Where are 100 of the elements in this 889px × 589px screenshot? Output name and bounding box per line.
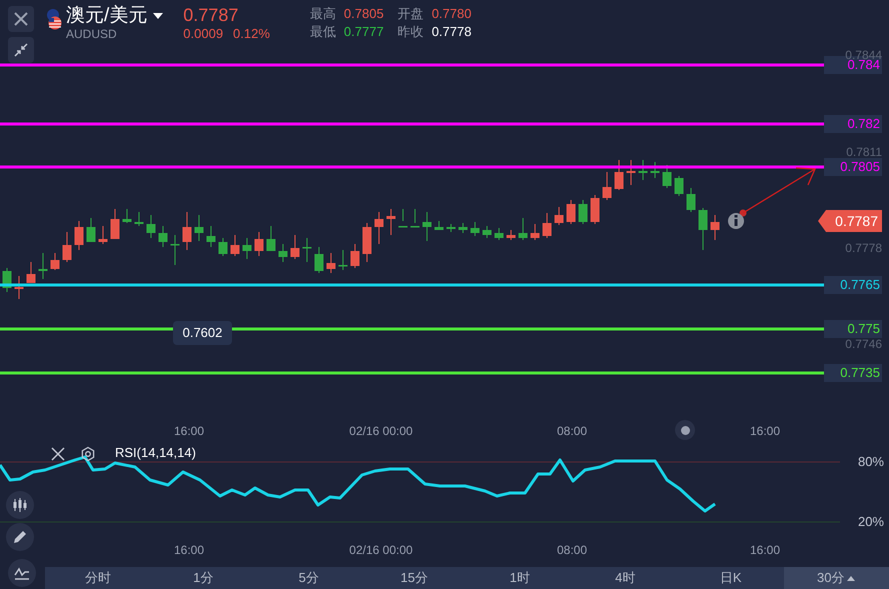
timeframe-tab[interactable]: 4时: [572, 567, 678, 589]
candlestick: [206, 226, 216, 248]
price-line-label: 0.7765: [824, 276, 882, 294]
candlestick: [326, 252, 336, 274]
candlestick: [194, 214, 204, 242]
candlestick: [362, 222, 372, 262]
candlestick: [422, 212, 432, 242]
caret-icon: [847, 576, 856, 580]
candlestick: [458, 222, 468, 234]
time-axis-label: 08:00: [556, 543, 588, 557]
price-axis-label: 0.7778: [845, 241, 882, 255]
candlestick: [278, 244, 288, 262]
stat-label: 开盘: [398, 5, 424, 23]
stat-value: 0.7778: [432, 23, 472, 41]
rsi-level-label: 80%: [858, 454, 884, 470]
candlestick: [122, 208, 132, 224]
settings-icon[interactable]: [80, 446, 96, 462]
candlestick: [518, 218, 528, 240]
candlestick: [506, 230, 516, 240]
last-price: 0.7787: [183, 4, 240, 26]
close-icon[interactable]: [50, 446, 66, 462]
candlestick: [242, 238, 252, 260]
candlestick: [182, 212, 192, 250]
candlestick: [626, 160, 636, 186]
candlestick: [218, 238, 228, 256]
candlestick: [410, 208, 420, 228]
stat-value: 0.7777: [344, 23, 384, 41]
candlestick: [542, 212, 552, 238]
timeframe-tab[interactable]: 5分: [256, 567, 362, 589]
timeframe-tab[interactable]: 1分: [150, 567, 256, 589]
candlestick: [470, 222, 480, 236]
time-axis-label: 16:00: [172, 543, 206, 557]
candlestick: [50, 252, 60, 270]
time-axis-label: 02/16 00:00: [348, 424, 414, 438]
candlestick: [26, 262, 36, 284]
candlestick: [98, 226, 108, 244]
candlestick: [578, 200, 588, 224]
candlestick: [650, 162, 660, 178]
candlestick: [446, 224, 456, 232]
candlestick: [662, 164, 672, 188]
candlestick: [314, 246, 324, 274]
stat-label: 最低: [310, 23, 336, 41]
timeframe-tab[interactable]: 日K: [678, 567, 784, 589]
draw-tool-button[interactable]: [6, 523, 34, 551]
candlestick: [110, 208, 120, 240]
flag-icon: [46, 8, 62, 30]
indicator-button[interactable]: [8, 559, 36, 587]
timeframe-tab[interactable]: 分时: [45, 567, 150, 589]
candlestick: [146, 214, 156, 238]
price-line-label: 0.775: [824, 320, 882, 338]
candlestick: [266, 226, 276, 252]
candlestick: [482, 226, 492, 238]
candlestick: [530, 224, 540, 240]
candle-type-button[interactable]: [6, 491, 34, 519]
candlestick: [170, 234, 180, 266]
price-line-label: 0.7735: [824, 364, 882, 382]
candlestick: [290, 234, 300, 260]
candlestick-icon: [12, 497, 28, 513]
candlestick: [254, 232, 264, 256]
candlestick: [74, 220, 84, 250]
info-icon[interactable]: [728, 213, 744, 229]
candlestick: [674, 176, 684, 196]
candlestick: [62, 232, 72, 262]
candlestick: [686, 188, 696, 212]
price-change-percent: 0.12%: [233, 26, 270, 42]
candlestick: [386, 208, 396, 236]
price-line-label: 0.7805: [824, 158, 882, 176]
dropdown-caret-icon[interactable]: [153, 13, 164, 19]
candlestick: [2, 268, 12, 292]
price-axis-label: 0.7811: [846, 145, 882, 159]
stat-value: 0.7780: [432, 5, 472, 23]
close-button[interactable]: [8, 6, 34, 32]
candlestick: [14, 276, 24, 300]
timeframe-tab[interactable]: 1时: [467, 567, 572, 589]
indicator-label: RSI(14,14,14): [115, 445, 196, 461]
candlestick: [710, 214, 720, 240]
candlestick: [398, 208, 408, 228]
collapse-button[interactable]: [8, 37, 34, 63]
candlestick: [134, 212, 144, 226]
candlestick: [566, 200, 576, 224]
candlestick: [302, 238, 312, 262]
time-axis-label: 16:00: [172, 424, 206, 438]
candlestick: [374, 212, 384, 244]
trend-arrow[interactable]: [740, 167, 816, 216]
time-axis-label: 16:00: [748, 424, 782, 438]
stat-value: 0.7805: [344, 5, 384, 23]
stat-label: 最高: [310, 5, 336, 23]
candlestick: [158, 226, 168, 248]
price-axis-label: 0.7746: [845, 337, 882, 351]
price-line-label: 0.782: [824, 115, 882, 133]
candlestick: [434, 220, 444, 230]
pair-title: 澳元/美元: [66, 4, 148, 28]
candlestick: [38, 252, 48, 280]
candlestick: [554, 206, 564, 226]
crosshair-tooltip: 0.7602: [173, 321, 232, 345]
timeframe-tab[interactable]: 15分: [362, 567, 467, 589]
price-change: 0.0009: [183, 26, 224, 42]
timeframe-tab[interactable]: 30分: [784, 567, 889, 589]
candlestick: [350, 244, 360, 268]
current-price-tag: 0.7787: [818, 210, 882, 232]
